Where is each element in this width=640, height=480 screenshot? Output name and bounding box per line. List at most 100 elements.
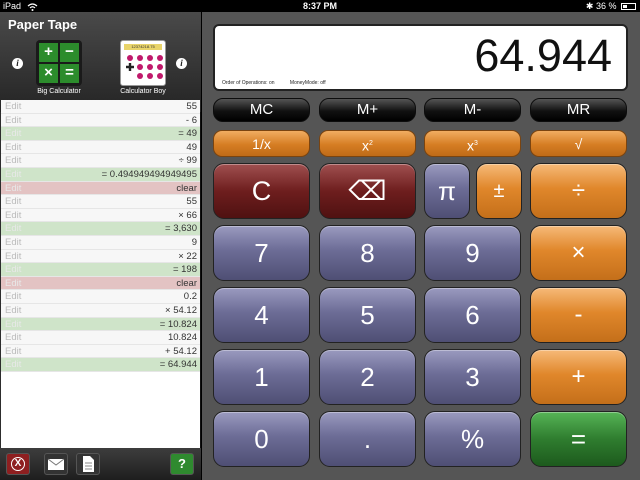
- tape-edit-link[interactable]: Edit: [5, 345, 21, 359]
- help-button[interactable]: ?: [170, 453, 194, 475]
- tape-result-row: Edit = 0.494949494949495: [1, 167, 200, 182]
- digit-8-button[interactable]: 8: [319, 225, 416, 281]
- key-dot: [157, 73, 163, 79]
- tape-row: Edit 10.824: [1, 331, 200, 345]
- calculator-display: 64.944 Order of Operations: on MoneyMode…: [213, 24, 628, 91]
- digit-0-button[interactable]: 0: [213, 411, 310, 467]
- memory-subtract-button[interactable]: M-: [424, 98, 521, 122]
- tape-edit-link[interactable]: Edit: [5, 141, 21, 155]
- tape-value: = 49: [178, 128, 197, 140]
- digit-4-button[interactable]: 4: [213, 287, 310, 343]
- equals-button[interactable]: =: [530, 411, 627, 467]
- tape-edit-link[interactable]: Edit: [5, 358, 21, 372]
- memory-recall-button[interactable]: MR: [530, 98, 627, 122]
- tape-value: × 66: [178, 209, 197, 221]
- info-icon[interactable]: i: [176, 58, 187, 69]
- envelope-icon: [47, 458, 65, 470]
- tape-edit-link[interactable]: Edit: [5, 290, 21, 304]
- memory-add-button[interactable]: M+: [319, 98, 416, 122]
- digit-2-button[interactable]: 2: [319, 349, 416, 405]
- digit-7-button[interactable]: 7: [213, 225, 310, 281]
- tape-row: Edit 49: [1, 140, 200, 155]
- tape-edit-link[interactable]: Edit: [5, 277, 21, 291]
- big-calculator-label: Big Calculator: [37, 88, 81, 95]
- add-button[interactable]: +: [530, 349, 627, 405]
- subtract-button[interactable]: -: [530, 287, 627, 343]
- reciprocal-button[interactable]: 1/x: [213, 130, 310, 157]
- tape-edit-link[interactable]: Edit: [5, 222, 21, 236]
- tape-edit-link[interactable]: Edit: [5, 304, 21, 318]
- tape-row: Edit 55: [1, 195, 200, 209]
- tape-value: 55: [186, 196, 197, 208]
- tape-edit-link[interactable]: Edit: [5, 209, 21, 223]
- key-dot: [127, 55, 133, 61]
- display-value: 64.944: [474, 30, 612, 81]
- memory-clear-button[interactable]: MC: [213, 98, 310, 122]
- digit-5-button[interactable]: 5: [319, 287, 416, 343]
- square-button[interactable]: x2: [319, 130, 416, 157]
- cube-button[interactable]: x3: [424, 130, 521, 157]
- pi-button[interactable]: π: [424, 163, 470, 219]
- email-button[interactable]: [44, 453, 68, 475]
- tape-list[interactable]: Edit 55 Edit - 6 Edit = 49 Edit 49 Edit ÷ 99 Edit =…: [1, 100, 200, 458]
- digit-3-button[interactable]: 3: [424, 349, 521, 405]
- key-dot: [137, 55, 143, 61]
- tape-value: clear: [176, 277, 197, 289]
- tape-edit-link[interactable]: Edit: [5, 236, 21, 250]
- tape-row: Edit × 66: [1, 208, 200, 223]
- tape-edit-link[interactable]: Edit: [5, 195, 21, 209]
- tape-row: Edit 9: [1, 235, 200, 250]
- document-button[interactable]: [76, 453, 100, 475]
- clear-button[interactable]: C: [213, 163, 310, 219]
- multiply-button[interactable]: ×: [530, 225, 627, 281]
- cube-label: x: [467, 137, 475, 154]
- tape-value: 55: [186, 101, 197, 112]
- tape-value: 10.824: [167, 332, 197, 344]
- calculator-panel: 64.944 Order of Operations: on MoneyMode…: [202, 12, 640, 480]
- battery-percent: 36 %: [595, 1, 617, 11]
- times-glyph: ×: [39, 64, 58, 83]
- tape-edit-link[interactable]: Edit: [5, 168, 21, 182]
- key-dot: [147, 64, 153, 70]
- tape-value: ÷ 99: [178, 155, 197, 167]
- square-label: x: [362, 137, 370, 154]
- square-root-button[interactable]: √: [530, 130, 627, 157]
- plus-minus-button[interactable]: ±: [476, 163, 522, 219]
- tape-result-row: Edit = 64.944: [1, 358, 200, 372]
- tape-edit-link[interactable]: Edit: [5, 263, 21, 277]
- tape-value: = 64.944: [159, 359, 197, 371]
- tape-edit-link[interactable]: Edit: [5, 250, 21, 264]
- tape-edit-link[interactable]: Edit: [5, 100, 21, 114]
- order-of-operations-status: Order of Operations: on: [222, 80, 275, 86]
- bluetooth-icon: ✱: [585, 1, 594, 11]
- digit-9-button[interactable]: 9: [424, 225, 521, 281]
- digit-1-button[interactable]: 1: [213, 349, 310, 405]
- tape-edit-link[interactable]: Edit: [5, 154, 21, 168]
- cube-exponent: 3: [474, 140, 478, 147]
- tape-edit-link[interactable]: Edit: [5, 331, 21, 345]
- tape-row: Edit + 54.12: [1, 344, 200, 359]
- plus-glyph: +: [39, 43, 58, 62]
- percent-button[interactable]: %: [424, 411, 521, 467]
- clear-tape-button[interactable]: X: [6, 453, 30, 475]
- paper-tape-panel: Paper Tape i + − × = Big Calculator 1237…: [0, 12, 201, 480]
- tape-edit-link[interactable]: Edit: [5, 127, 21, 141]
- digit-6-button[interactable]: 6: [424, 287, 521, 343]
- battery-icon: [621, 3, 636, 10]
- key-dot: [147, 73, 153, 79]
- minus-glyph: −: [60, 43, 79, 62]
- info-icon[interactable]: i: [12, 58, 23, 69]
- divide-button[interactable]: ÷: [530, 163, 627, 219]
- status-bar: iPad 8:37 PM ✱ 36 %: [0, 0, 640, 12]
- tape-edit-link[interactable]: Edit: [5, 114, 21, 128]
- tape-value: clear: [176, 182, 197, 194]
- tape-clear-row: Edit clear: [1, 181, 200, 196]
- tape-edit-link[interactable]: Edit: [5, 182, 21, 196]
- tape-edit-link[interactable]: Edit: [5, 318, 21, 332]
- backspace-button[interactable]: ⌫: [319, 163, 416, 219]
- tape-toolbar: X ?: [0, 448, 201, 480]
- decimal-button[interactable]: .: [319, 411, 416, 467]
- big-calculator-icon[interactable]: + − × =: [36, 40, 82, 86]
- calculator-boy-icon[interactable]: 12374218.75: [120, 40, 166, 86]
- tape-value: + 54.12: [165, 345, 197, 357]
